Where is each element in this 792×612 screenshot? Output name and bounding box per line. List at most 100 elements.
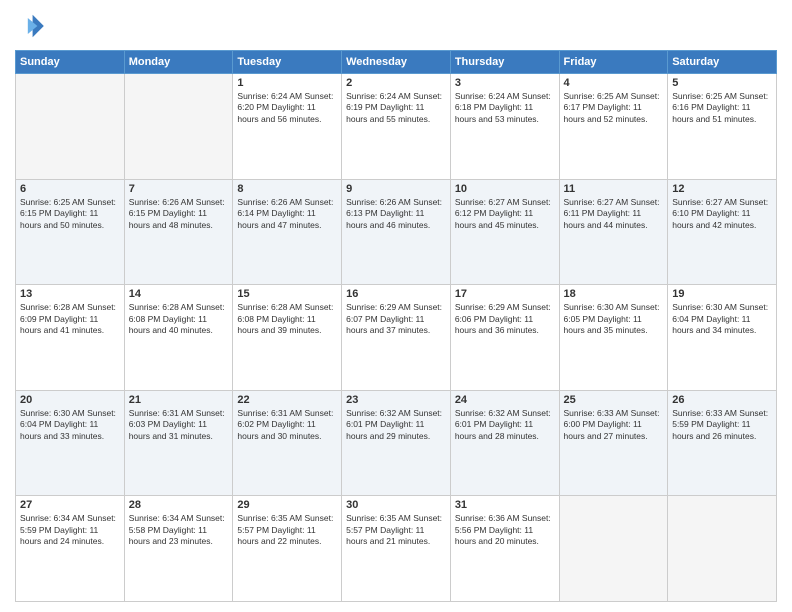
day-cell: 23 Sunrise: 6:32 AM Sunset: 6:01 PM Dayli… [342,390,451,496]
day-cell [124,74,233,180]
day-info: Sunrise: 6:29 AM Sunset: 6:07 PM Dayligh… [346,302,446,336]
day-cell: 26 Sunrise: 6:33 AM Sunset: 5:59 PM Dayli… [668,390,777,496]
day-cell: 25 Sunrise: 6:33 AM Sunset: 6:00 PM Dayli… [559,390,668,496]
day-cell: 27 Sunrise: 6:34 AM Sunset: 5:59 PM Dayli… [16,496,125,602]
day-number: 11 [564,183,664,195]
day-number: 3 [455,77,555,89]
col-header-friday: Friday [559,51,668,74]
day-number: 30 [346,499,446,511]
day-info: Sunrise: 6:24 AM Sunset: 6:20 PM Dayligh… [237,91,337,125]
col-header-wednesday: Wednesday [342,51,451,74]
day-number: 13 [20,288,120,300]
col-header-monday: Monday [124,51,233,74]
day-info: Sunrise: 6:27 AM Sunset: 6:10 PM Dayligh… [672,197,772,231]
calendar-table: SundayMondayTuesdayWednesdayThursdayFrid… [15,50,777,602]
day-number: 4 [564,77,664,89]
day-info: Sunrise: 6:29 AM Sunset: 6:06 PM Dayligh… [455,302,555,336]
day-number: 29 [237,499,337,511]
day-info: Sunrise: 6:34 AM Sunset: 5:59 PM Dayligh… [20,513,120,547]
col-header-sunday: Sunday [16,51,125,74]
col-header-thursday: Thursday [450,51,559,74]
day-cell: 9 Sunrise: 6:26 AM Sunset: 6:13 PM Daylig… [342,179,451,285]
day-info: Sunrise: 6:27 AM Sunset: 6:12 PM Dayligh… [455,197,555,231]
day-cell: 14 Sunrise: 6:28 AM Sunset: 6:08 PM Dayli… [124,285,233,391]
week-row-5: 27 Sunrise: 6:34 AM Sunset: 5:59 PM Dayli… [16,496,777,602]
day-number: 21 [129,394,229,406]
day-info: Sunrise: 6:35 AM Sunset: 5:57 PM Dayligh… [346,513,446,547]
day-cell: 1 Sunrise: 6:24 AM Sunset: 6:20 PM Daylig… [233,74,342,180]
day-number: 18 [564,288,664,300]
day-info: Sunrise: 6:35 AM Sunset: 5:57 PM Dayligh… [237,513,337,547]
day-cell [559,496,668,602]
day-cell: 20Sunrise: 6:30 AM Sunset: 6:04 PM Dayli… [16,390,125,496]
logo [15,10,51,42]
day-info: Sunrise: 6:24 AM Sunset: 6:19 PM Dayligh… [346,91,446,125]
day-number: 14 [129,288,229,300]
page: SundayMondayTuesdayWednesdayThursdayFrid… [0,0,792,612]
day-info: Sunrise: 6:31 AM Sunset: 6:02 PM Dayligh… [237,408,337,442]
day-info: Sunrise: 6:33 AM Sunset: 5:59 PM Dayligh… [672,408,772,442]
day-number: 26 [672,394,772,406]
day-cell: 21Sunrise: 6:31 AM Sunset: 6:03 PM Dayli… [124,390,233,496]
day-info: Sunrise: 6:26 AM Sunset: 6:14 PM Dayligh… [237,197,337,231]
day-cell: 22 Sunrise: 6:31 AM Sunset: 6:02 PM Dayli… [233,390,342,496]
day-number: 25 [564,394,664,406]
week-row-1: 1 Sunrise: 6:24 AM Sunset: 6:20 PM Daylig… [16,74,777,180]
day-number: 6 [20,183,120,195]
header [15,10,777,42]
day-cell: 5 Sunrise: 6:25 AM Sunset: 6:16 PM Daylig… [668,74,777,180]
day-info: Sunrise: 6:28 AM Sunset: 6:08 PM Dayligh… [237,302,337,336]
day-cell: 18 Sunrise: 6:30 AM Sunset: 6:05 PM Dayli… [559,285,668,391]
day-cell: 11 Sunrise: 6:27 AM Sunset: 6:11 PM Dayli… [559,179,668,285]
day-number: 22 [237,394,337,406]
day-info: Sunrise: 6:28 AM Sunset: 6:08 PM Dayligh… [129,302,229,336]
day-number: 5 [672,77,772,89]
day-number: 1 [237,77,337,89]
day-number: 31 [455,499,555,511]
day-info: Sunrise: 6:26 AM Sunset: 6:15 PM Dayligh… [129,197,229,231]
day-info: Sunrise: 6:28 AM Sunset: 6:09 PM Dayligh… [20,302,120,336]
day-number: 12 [672,183,772,195]
day-cell: 8Sunrise: 6:26 AM Sunset: 6:14 PM Daylig… [233,179,342,285]
col-header-tuesday: Tuesday [233,51,342,74]
day-info: Sunrise: 6:25 AM Sunset: 6:17 PM Dayligh… [564,91,664,125]
day-cell: 3Sunrise: 6:24 AM Sunset: 6:18 PM Daylig… [450,74,559,180]
day-number: 16 [346,288,446,300]
day-info: Sunrise: 6:34 AM Sunset: 5:58 PM Dayligh… [129,513,229,547]
day-number: 2 [346,77,446,89]
day-number: 28 [129,499,229,511]
day-cell: 7Sunrise: 6:26 AM Sunset: 6:15 PM Daylig… [124,179,233,285]
day-number: 23 [346,394,446,406]
day-info: Sunrise: 6:33 AM Sunset: 6:00 PM Dayligh… [564,408,664,442]
day-cell: 12 Sunrise: 6:27 AM Sunset: 6:10 PM Dayli… [668,179,777,285]
day-number: 27 [20,499,120,511]
logo-icon [15,10,47,42]
day-number: 19 [672,288,772,300]
day-cell: 28 Sunrise: 6:34 AM Sunset: 5:58 PM Dayli… [124,496,233,602]
day-cell: 17Sunrise: 6:29 AM Sunset: 6:06 PM Dayli… [450,285,559,391]
day-info: Sunrise: 6:32 AM Sunset: 6:01 PM Dayligh… [346,408,446,442]
day-cell [16,74,125,180]
day-info: Sunrise: 6:27 AM Sunset: 6:11 PM Dayligh… [564,197,664,231]
header-row: SundayMondayTuesdayWednesdayThursdayFrid… [16,51,777,74]
week-row-4: 20Sunrise: 6:30 AM Sunset: 6:04 PM Dayli… [16,390,777,496]
day-number: 24 [455,394,555,406]
day-cell: 6 Sunrise: 6:25 AM Sunset: 6:15 PM Daylig… [16,179,125,285]
day-info: Sunrise: 6:25 AM Sunset: 6:16 PM Dayligh… [672,91,772,125]
day-info: Sunrise: 6:30 AM Sunset: 6:04 PM Dayligh… [672,302,772,336]
week-row-2: 6 Sunrise: 6:25 AM Sunset: 6:15 PM Daylig… [16,179,777,285]
day-info: Sunrise: 6:25 AM Sunset: 6:15 PM Dayligh… [20,197,120,231]
day-cell: 24 Sunrise: 6:32 AM Sunset: 6:01 PM Dayli… [450,390,559,496]
day-cell: 31Sunrise: 6:36 AM Sunset: 5:56 PM Dayli… [450,496,559,602]
day-cell: 13 Sunrise: 6:28 AM Sunset: 6:09 PM Dayli… [16,285,125,391]
day-cell: 10 Sunrise: 6:27 AM Sunset: 6:12 PM Dayli… [450,179,559,285]
day-number: 10 [455,183,555,195]
day-info: Sunrise: 6:26 AM Sunset: 6:13 PM Dayligh… [346,197,446,231]
day-cell: 4 Sunrise: 6:25 AM Sunset: 6:17 PM Daylig… [559,74,668,180]
day-info: Sunrise: 6:32 AM Sunset: 6:01 PM Dayligh… [455,408,555,442]
day-cell: 30 Sunrise: 6:35 AM Sunset: 5:57 PM Dayli… [342,496,451,602]
week-row-3: 13 Sunrise: 6:28 AM Sunset: 6:09 PM Dayli… [16,285,777,391]
day-info: Sunrise: 6:30 AM Sunset: 6:05 PM Dayligh… [564,302,664,336]
day-number: 9 [346,183,446,195]
col-header-saturday: Saturday [668,51,777,74]
